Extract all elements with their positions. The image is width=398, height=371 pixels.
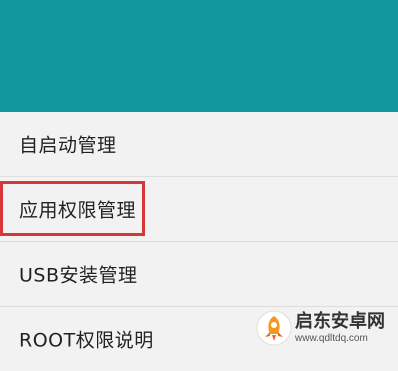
list-item-label: USB安装管理 <box>19 264 138 287</box>
watermark-url: www.qdltdq.com <box>295 332 368 344</box>
list-item-label: 自启动管理 <box>19 134 117 157</box>
app-header-bar <box>0 0 398 112</box>
watermark-text: 启东安卓网 www.qdltdq.com <box>295 310 385 344</box>
highlight-box <box>0 181 145 236</box>
list-item-usb-install[interactable]: USB安装管理 <box>0 242 398 306</box>
rocket-logo-icon <box>256 310 292 346</box>
watermark-title: 启东安卓网 <box>295 310 385 332</box>
watermark: 启东安卓网 www.qdltdq.com <box>256 306 394 350</box>
list-item-label: ROOT权限说明 <box>19 329 154 352</box>
list-item-auto-start[interactable]: 自启动管理 <box>0 112 398 176</box>
